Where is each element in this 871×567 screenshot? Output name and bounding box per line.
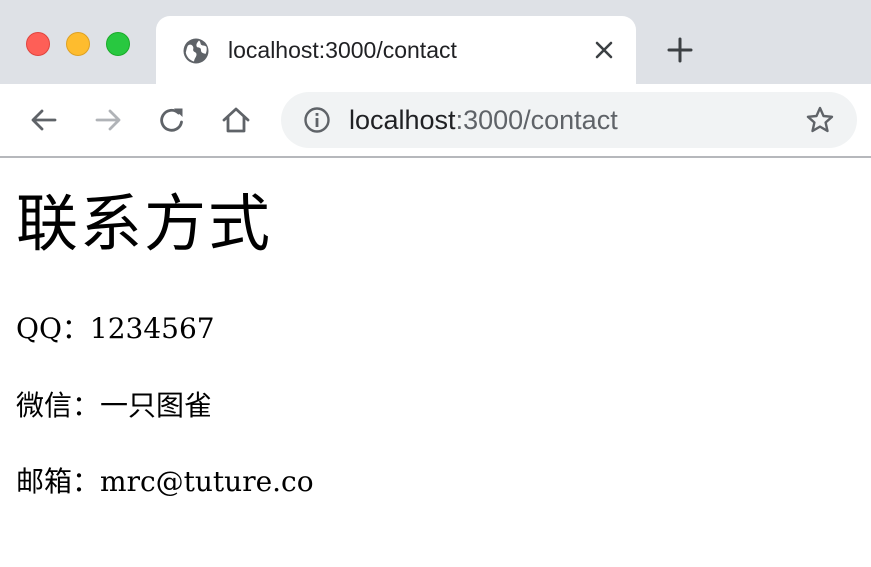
browser-window: localhost:3000/contact localhost:3000/co… bbox=[0, 0, 871, 567]
window-maximize-button[interactable] bbox=[106, 32, 130, 56]
page-title: 联系方式 bbox=[16, 187, 273, 260]
tab-strip: localhost:3000/contact bbox=[0, 0, 871, 84]
contact-wechat: 微信：一只图雀 bbox=[16, 389, 212, 423]
page-content: 联系方式 QQ：1234567 微信：一只图雀 邮箱：mrc@tuture.co bbox=[0, 158, 871, 567]
contact-wechat-label: 微信： bbox=[16, 389, 101, 422]
tab-active[interactable]: localhost:3000/contact bbox=[156, 16, 636, 84]
reload-icon[interactable] bbox=[156, 104, 188, 136]
arrow-left-icon[interactable] bbox=[28, 104, 60, 136]
home-icon[interactable] bbox=[220, 104, 252, 136]
plus-icon[interactable] bbox=[666, 36, 694, 64]
window-minimize-button[interactable] bbox=[66, 32, 90, 56]
contact-qq-label: QQ： bbox=[16, 312, 90, 345]
close-icon[interactable] bbox=[592, 38, 616, 62]
address-bar[interactable]: localhost:3000/contact bbox=[281, 92, 857, 148]
url-path: :3000/contact bbox=[455, 105, 618, 135]
contact-email-value: mrc@tuture.co bbox=[100, 465, 314, 498]
contact-email-label: 邮箱： bbox=[16, 465, 101, 498]
contact-wechat-value: 一只图雀 bbox=[100, 389, 213, 422]
contact-email: 邮箱：mrc@tuture.co bbox=[16, 465, 314, 499]
contact-qq: QQ：1234567 bbox=[16, 312, 215, 346]
browser-toolbar: localhost:3000/contact bbox=[0, 84, 871, 158]
address-bar-url[interactable]: localhost:3000/contact bbox=[349, 104, 618, 136]
tab-title: localhost:3000/contact bbox=[228, 37, 457, 63]
arrow-right-icon[interactable] bbox=[92, 104, 124, 136]
window-close-button[interactable] bbox=[26, 32, 50, 56]
info-icon[interactable] bbox=[303, 106, 331, 134]
contact-qq-value: 1234567 bbox=[89, 312, 215, 345]
globe-icon bbox=[183, 38, 209, 64]
url-host: localhost bbox=[349, 105, 456, 135]
star-icon[interactable] bbox=[805, 105, 835, 135]
